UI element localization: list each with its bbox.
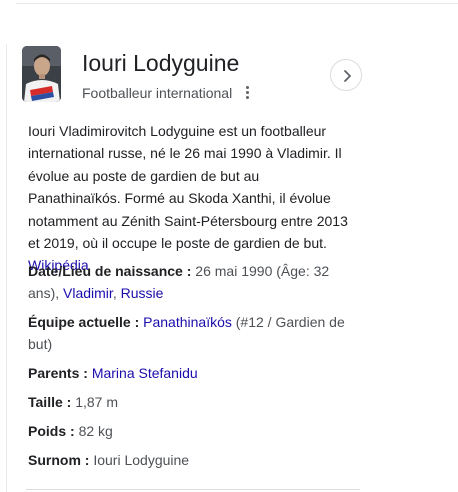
fact-team: Équipe actuelle : Panathinaïkós (#12 / G…	[28, 311, 350, 355]
fact-birth-country-link[interactable]: Russie	[121, 285, 164, 301]
fact-parents: Parents : Marina Stefanidu	[28, 362, 350, 384]
bottom-divider	[26, 489, 360, 490]
fact-nickname-label: Surnom :	[28, 452, 90, 468]
player-photo-image	[22, 46, 61, 102]
fact-height: Taille : 1,87 m	[28, 391, 350, 413]
more-vert-icon[interactable]	[241, 84, 253, 100]
fact-birth-city-link[interactable]: Vladimir	[63, 285, 113, 301]
description-text: Iouri Vladimirovitch Lodyguine est un fo…	[28, 123, 348, 252]
entity-subtitle: Footballeur international	[82, 85, 233, 101]
next-button[interactable]	[330, 59, 362, 91]
fact-birth: Date/Lieu de naissance : 26 mai 1990 (Âg…	[28, 260, 350, 304]
fact-weight-label: Poids :	[28, 423, 75, 439]
fact-height-value: 1,87 m	[75, 394, 119, 410]
fact-parents-label: Parents :	[28, 365, 88, 381]
fact-team-link[interactable]: Panathinaïkós	[143, 314, 232, 330]
fact-height-label: Taille :	[28, 394, 72, 410]
fact-team-label: Équipe actuelle :	[28, 314, 140, 330]
fact-birth-separator: ,	[112, 285, 117, 301]
fact-weight-value: 82 kg	[78, 423, 113, 439]
fact-weight: Poids : 82 kg	[28, 420, 350, 442]
fact-parents-link[interactable]: Marina Stefanidu	[92, 365, 198, 381]
fact-nickname-value: Iouri Lodyguine	[93, 452, 190, 468]
fact-birth-label: Date/Lieu de naissance :	[28, 263, 192, 279]
entity-title: Iouri Lodyguine	[82, 50, 240, 76]
card-border	[6, 44, 7, 492]
fact-nickname: Surnom : Iouri Lodyguine	[28, 449, 350, 471]
top-divider	[16, 3, 458, 4]
player-photo[interactable]	[22, 46, 61, 102]
entity-description: Iouri Vladimirovitch Lodyguine est un fo…	[28, 120, 350, 277]
chevron-right-icon	[344, 70, 351, 82]
